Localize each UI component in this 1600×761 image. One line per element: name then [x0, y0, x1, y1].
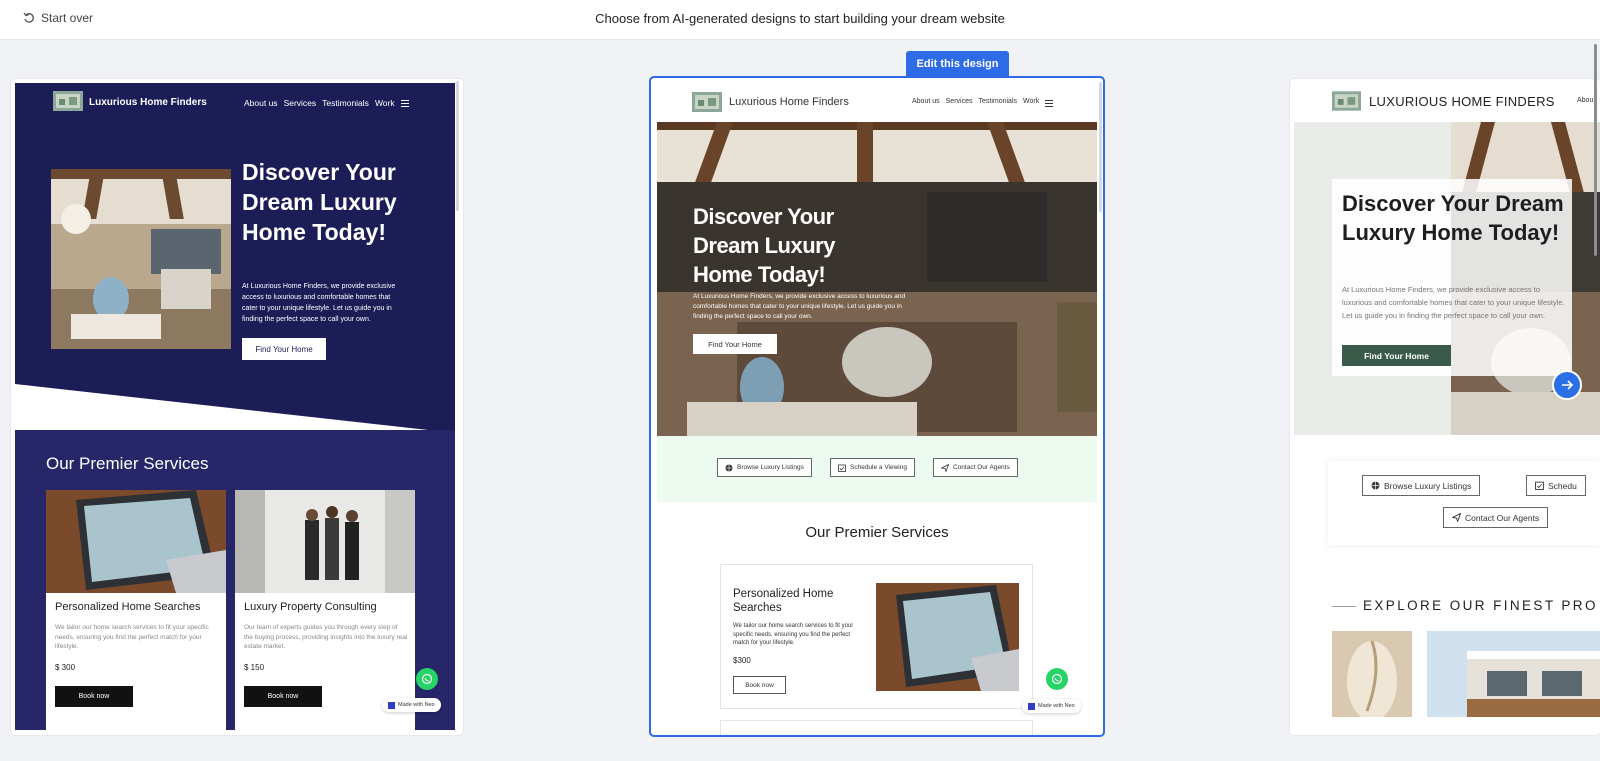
calendar-check-icon: [838, 464, 846, 472]
nav-about[interactable]: About us: [912, 98, 940, 107]
service-title: Personalized Home Searches: [733, 588, 834, 614]
hero-title: Discover Your Dream Luxury Home Today!: [1342, 191, 1564, 245]
explore-heading: EXPLORE OUR FINEST PRO: [1363, 598, 1598, 613]
whatsapp-icon[interactable]: [1046, 668, 1068, 690]
service-title: Personalized Home Searches: [55, 601, 201, 613]
hero-title: Discover Your Dream Luxury Home Today!: [242, 159, 397, 245]
nav-testimonials[interactable]: Testimonials: [978, 98, 1017, 107]
schedule-viewing-label: Schedu: [1548, 480, 1577, 491]
globe-icon: [1371, 481, 1380, 490]
book-now-button[interactable]: Book now: [244, 686, 322, 707]
service-card-next: [720, 720, 1033, 735]
hamburger-icon[interactable]: [1045, 100, 1054, 107]
hero-image: [51, 169, 231, 349]
hero-title: Discover Your Dream Luxury Home Today!: [693, 204, 835, 287]
whatsapp-icon[interactable]: [416, 668, 438, 690]
contact-agents-button[interactable]: Contact Our Agents: [1443, 507, 1549, 528]
services-heading: Our Premier Services: [46, 454, 209, 473]
nav-about[interactable]: Abou: [1577, 97, 1593, 104]
laptop-image: [876, 583, 1019, 691]
top-bar: Start over Choose from AI-generated desi…: [0, 0, 1600, 40]
services-section: Our Premier Services Personalized Home S…: [15, 430, 455, 730]
page-title: Choose from AI-generated designs to star…: [595, 11, 1005, 26]
schedule-viewing-button[interactable]: Schedu: [1526, 475, 1586, 496]
laptop-image: [46, 490, 226, 593]
nav-services[interactable]: Services: [284, 98, 317, 108]
design-option-3[interactable]: LUXURIOUS HOME FINDERS Abou Discover You…: [1290, 79, 1600, 735]
actions-band: Browse Luxury Listings Schedule a Viewin…: [657, 436, 1097, 502]
contact-agents-label: Contact Our Agents: [1465, 512, 1540, 523]
logo-image: [692, 92, 722, 112]
service-text: We tailor our home search services to fi…: [733, 623, 854, 646]
find-home-button[interactable]: Find Your Home: [693, 334, 777, 354]
service-price: $300: [733, 656, 751, 665]
brand-name: LUXURIOUS HOME FINDERS: [1369, 94, 1555, 109]
nav-about[interactable]: About us: [244, 98, 278, 108]
services-heading: Our Premier Services: [805, 524, 949, 541]
nav-work[interactable]: Work: [375, 98, 395, 108]
made-with-neo-badge[interactable]: Made with Neo: [382, 698, 441, 712]
made-with-label: Made with Neo: [398, 702, 435, 708]
hero-section: Discover Your Dream Luxury Home Today! A…: [657, 122, 1097, 436]
book-now-button[interactable]: Book now: [55, 686, 133, 707]
neo-logo-icon: [388, 701, 395, 709]
divider: [1332, 606, 1356, 607]
arrow-right-icon: [1562, 380, 1574, 390]
browse-listings-label: Browse Luxury Listings: [737, 464, 804, 471]
logo-image: [53, 91, 83, 111]
schedule-viewing-label: Schedule a Viewing: [850, 464, 907, 471]
made-with-label: Made with Neo: [1038, 703, 1075, 709]
nav-work[interactable]: Work: [1023, 98, 1039, 107]
hero-text: At Luxurious Home Finders, we provide ex…: [1342, 285, 1565, 320]
design-option-2[interactable]: Luxurious Home Finders About us Services…: [649, 76, 1105, 737]
nav-testimonials[interactable]: Testimonials: [322, 98, 369, 108]
consulting-image: [235, 490, 415, 593]
nav-menu: About us Services Testimonials Work: [912, 98, 1054, 107]
made-with-neo-badge[interactable]: Made with Neo: [1022, 699, 1081, 713]
browse-listings-label: Browse Luxury Listings: [1384, 480, 1472, 491]
logo-image: [1332, 91, 1361, 111]
service-price: $ 150: [244, 663, 265, 672]
hero-text: At Luxurious Home Finders, we provide ex…: [242, 283, 396, 323]
send-icon: [1452, 513, 1461, 522]
property-image: [1427, 631, 1600, 717]
browse-listings-button[interactable]: Browse Luxury Listings: [717, 458, 812, 477]
nav-services[interactable]: Services: [946, 98, 973, 107]
service-title: Luxury Property Consulting: [244, 601, 377, 613]
send-icon: [941, 463, 949, 472]
find-home-button[interactable]: Find Your Home: [242, 338, 326, 360]
calendar-check-icon: [1535, 481, 1544, 490]
next-design-button[interactable]: [1552, 370, 1582, 400]
hamburger-icon[interactable]: [400, 100, 409, 107]
brand-name: Luxurious Home Finders: [729, 96, 849, 108]
hero-text: At Luxurious Home Finders, we provide ex…: [693, 293, 906, 320]
book-now-button[interactable]: Book now: [733, 676, 786, 694]
browse-listings-button[interactable]: Browse Luxury Listings: [1362, 475, 1481, 496]
nav-menu: About us Services Testimonials Work: [244, 98, 409, 108]
hero-section: Luxurious Home Finders About us Services…: [15, 83, 455, 433]
contact-agents-button[interactable]: Contact Our Agents: [933, 458, 1018, 477]
service-card: Personalized Home Searches We tailor our…: [46, 490, 226, 730]
page-scrollbar[interactable]: [1594, 44, 1597, 256]
design-option-1[interactable]: Luxurious Home Finders About us Services…: [11, 79, 463, 735]
globe-icon: [725, 464, 733, 471]
edit-design-button[interactable]: Edit this design: [906, 51, 1009, 77]
service-text: We tailor our home search services to fi…: [55, 624, 209, 650]
schedule-viewing-button[interactable]: Schedule a Viewing: [830, 458, 915, 477]
service-card: Personalized Home Searches We tailor our…: [720, 564, 1033, 709]
neo-logo-icon: [1028, 702, 1035, 710]
property-image: [1332, 631, 1412, 717]
actions-box: Browse Luxury Listings Schedu Contact Ou…: [1328, 461, 1600, 545]
brand-name: Luxurious Home Finders: [89, 97, 207, 108]
scrollbar[interactable]: [456, 81, 459, 211]
find-home-button[interactable]: Find Your Home: [1342, 345, 1451, 366]
service-card: Luxury Property Consulting Our team of e…: [235, 490, 415, 730]
scrollbar[interactable]: [1099, 82, 1102, 212]
service-text: Our team of experts guides you through e…: [244, 624, 408, 650]
service-price: $ 300: [55, 663, 76, 672]
contact-agents-label: Contact Our Agents: [953, 464, 1010, 471]
